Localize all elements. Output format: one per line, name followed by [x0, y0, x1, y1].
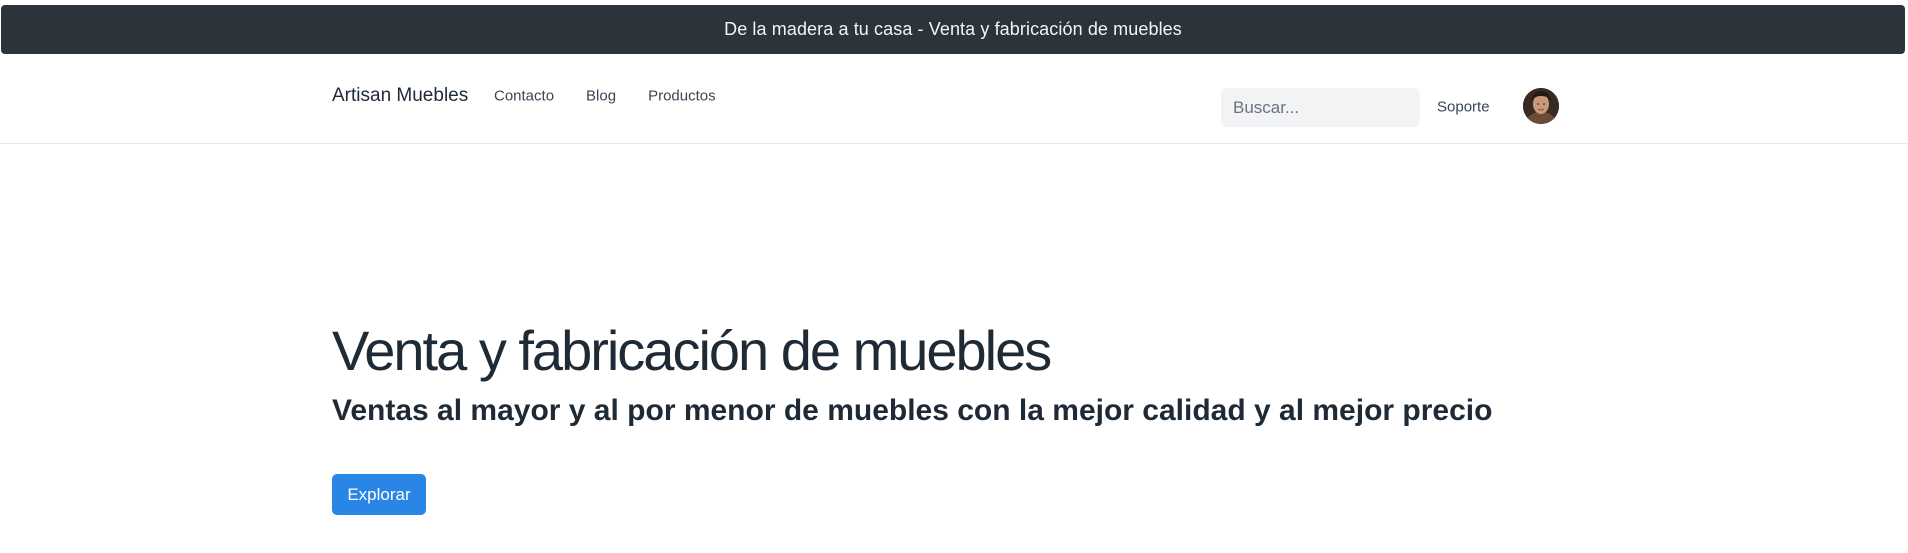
nav-link-blog[interactable]: Blog: [586, 88, 616, 105]
support-link[interactable]: Soporte: [1437, 99, 1490, 116]
nav-links: Contacto Blog Productos: [494, 88, 716, 105]
nav-link-productos[interactable]: Productos: [648, 88, 716, 105]
explore-button[interactable]: Explorar: [332, 474, 426, 515]
user-avatar-icon[interactable]: [1523, 88, 1559, 124]
avatar-photo-icon: [1523, 88, 1559, 124]
hero-section: Venta y fabricación de muebles Ventas al…: [332, 319, 1632, 429]
banner-text: De la madera a tu casa - Venta y fabrica…: [724, 19, 1182, 39]
hero-title: Venta y fabricación de muebles: [332, 319, 1052, 382]
page: De la madera a tu casa - Venta y fabrica…: [0, 0, 1908, 553]
hero-subtitle: Ventas al mayor y al por menor de mueble…: [332, 393, 1493, 427]
search-input[interactable]: [1221, 88, 1420, 127]
top-banner: De la madera a tu casa - Venta y fabrica…: [1, 5, 1905, 54]
brand-logo-link[interactable]: Artisan Muebles: [332, 85, 468, 107]
nav-link-contacto[interactable]: Contacto: [494, 88, 554, 105]
navbar: Artisan Muebles Contacto Blog Productos …: [0, 54, 1908, 144]
